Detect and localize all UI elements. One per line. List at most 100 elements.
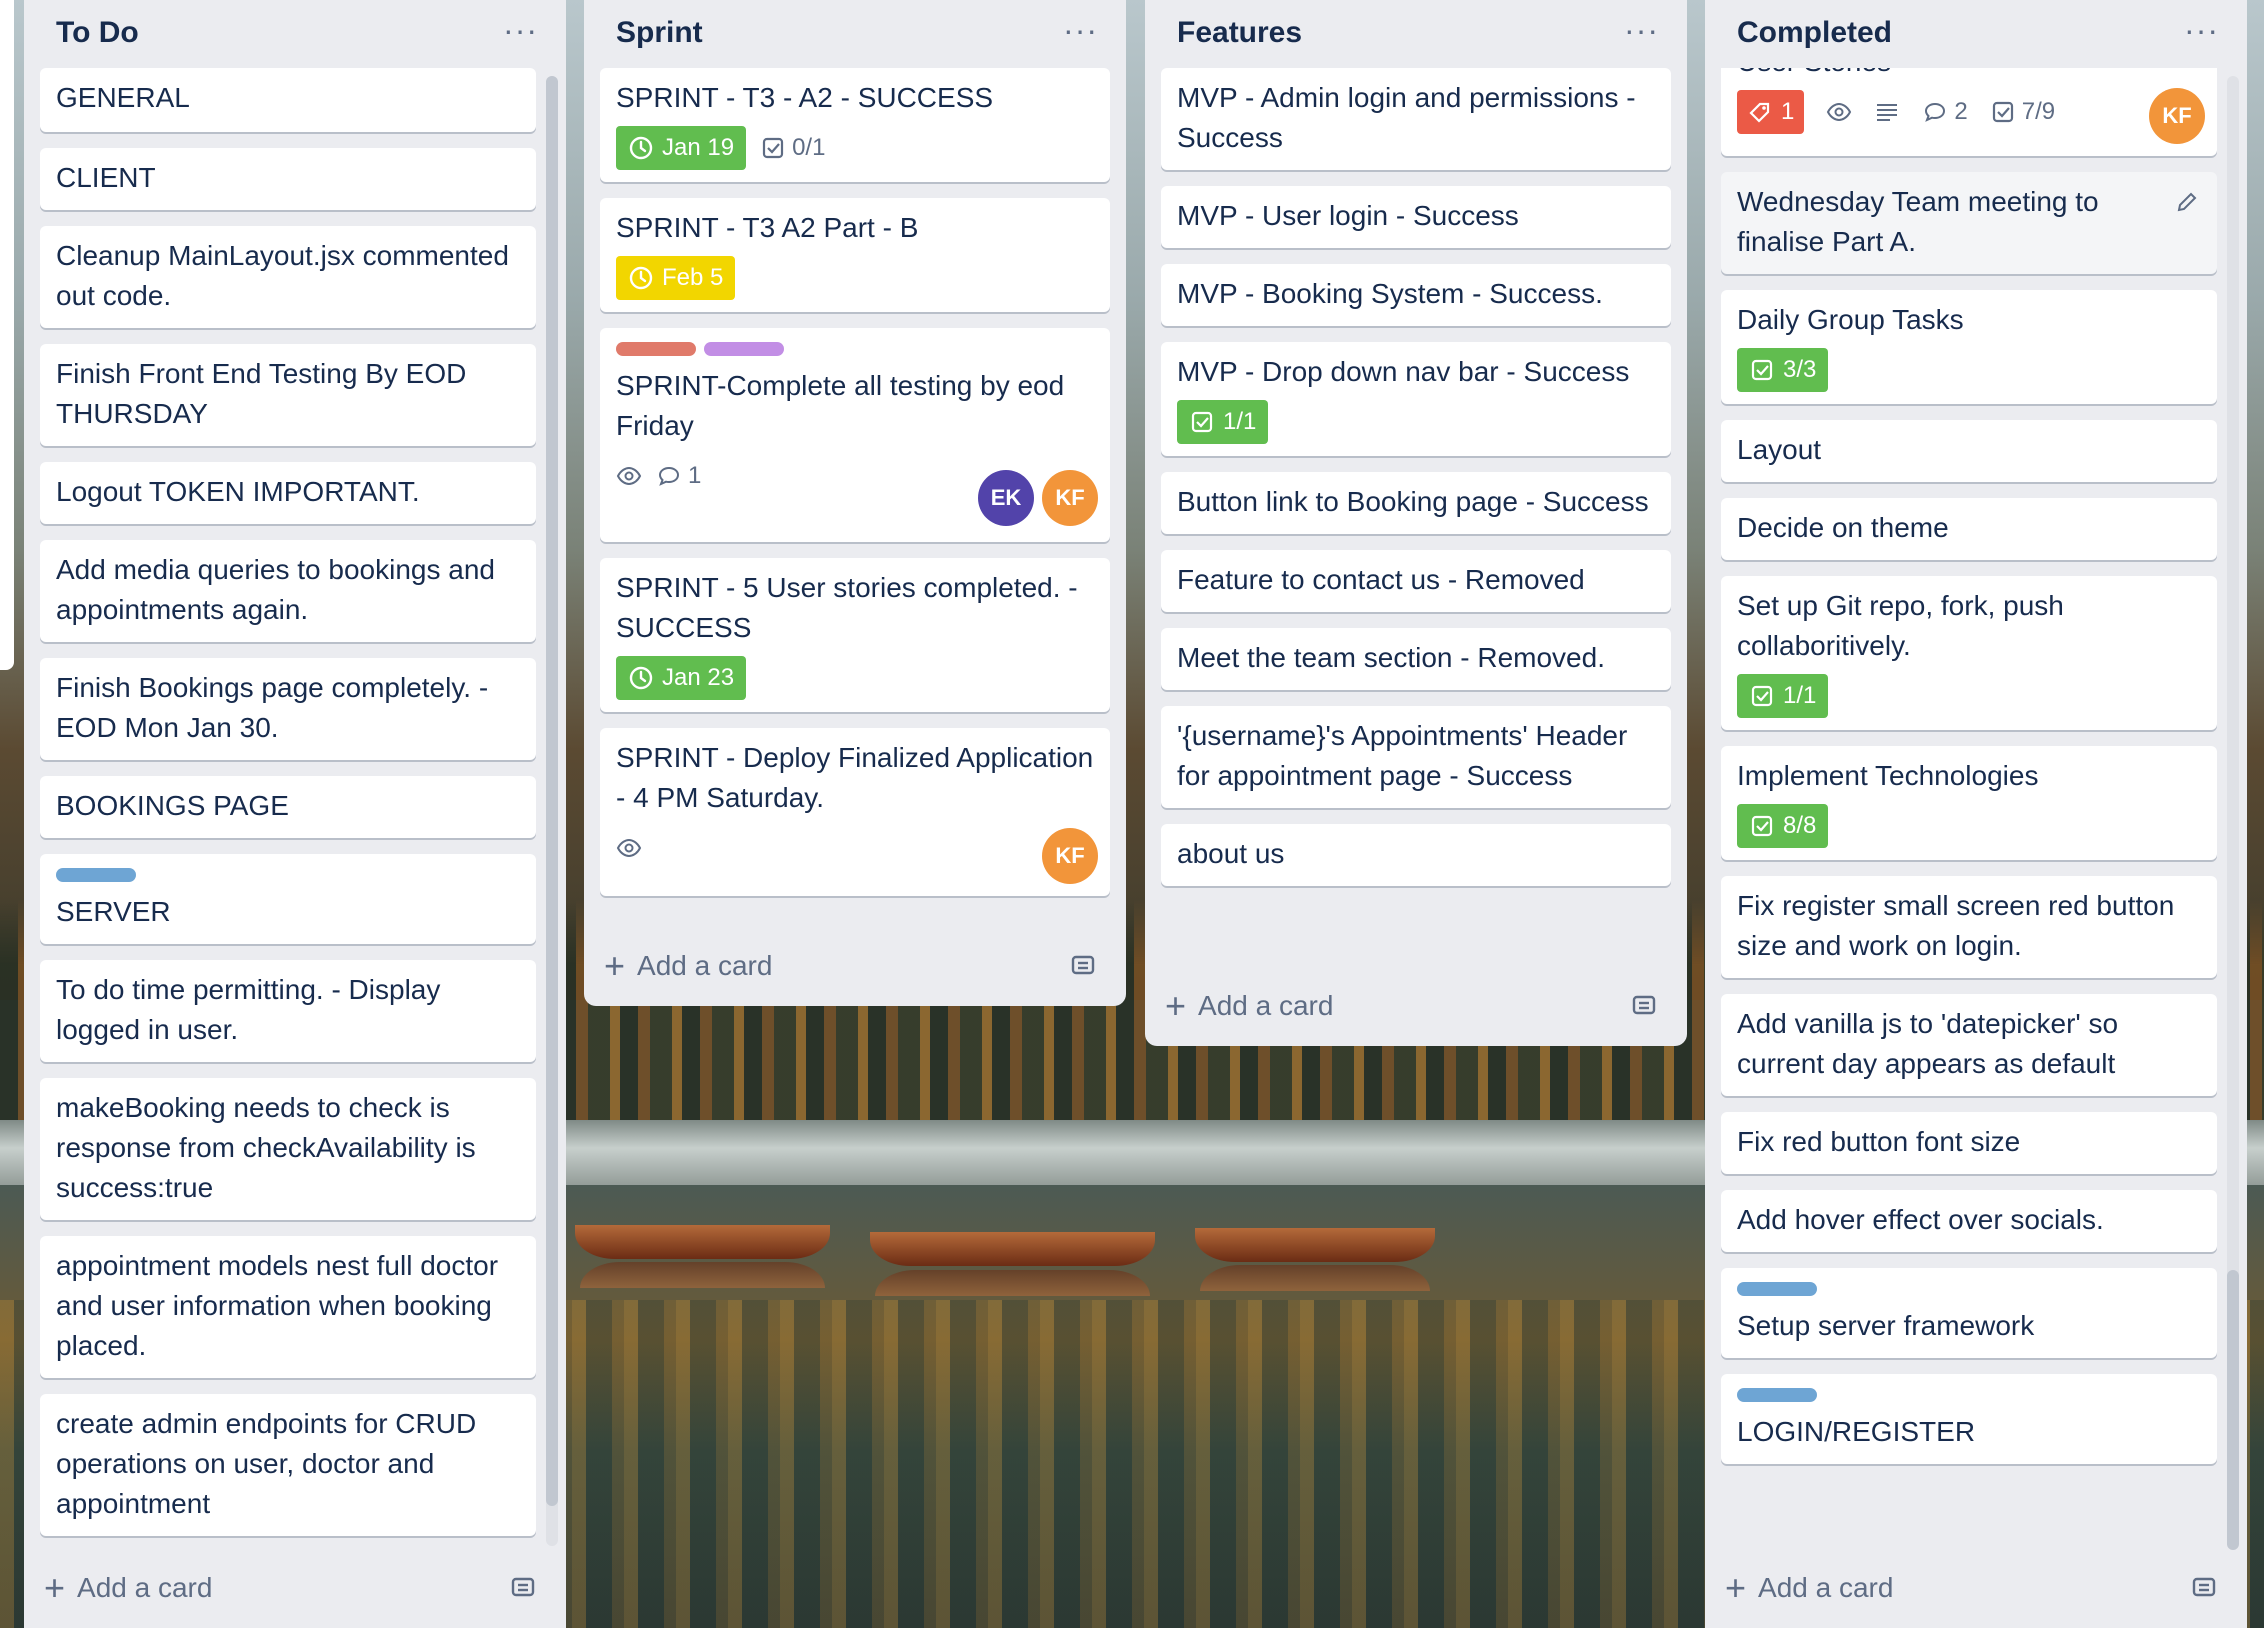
add-card-button[interactable]: + Add a card [44,1564,546,1612]
list-scrollbar[interactable] [2227,1270,2239,1550]
list-header[interactable]: Features ··· [1145,0,1687,68]
add-card-button[interactable]: + Add a card [1725,1564,2227,1612]
card-template-icon[interactable] [510,1574,536,1600]
card-template-icon[interactable] [1631,992,1657,1018]
list-title[interactable]: Features [1177,16,1302,50]
card[interactable]: GENERAL [40,68,536,132]
card-title: To do time permitting. - Display logged … [56,974,441,1045]
card[interactable]: SPRINT - T3 - A2 - SUCCESS Jan 19 0/1 [600,68,1110,182]
card[interactable]: Setup server framework [1721,1268,2217,1358]
card[interactable]: SPRINT - T3 A2 Part - B Feb 5 [600,198,1110,312]
label-blue[interactable] [1737,1388,1817,1402]
label-blue[interactable] [1737,1282,1817,1296]
card-labels[interactable] [1737,1388,2201,1404]
due-date-text: Feb 5 [662,264,724,291]
card[interactable]: Finish Bookings page completely. - EOD M… [40,658,536,760]
card-labels[interactable] [56,868,520,884]
description-icon [1877,104,1898,121]
card[interactable]: SERVER [40,854,536,944]
card[interactable]: Decide on theme [1721,498,2217,560]
card-title: LOGIN/REGISTER [1737,1416,1976,1447]
card[interactable]: Finish Front End Testing By EOD THURSDAY [40,344,536,446]
card-title: MVP - Booking System - Success. [1177,278,1603,309]
list-scrollbar[interactable] [546,76,558,1506]
plus-icon: + [1725,1567,1747,1608]
due-date-badge[interactable]: Feb 5 [616,256,736,300]
label-purple[interactable] [704,342,784,356]
list-title[interactable]: To Do [56,16,139,50]
card[interactable]: MVP - Admin login and permissions - Succ… [1161,68,1671,170]
list-menu-icon[interactable]: ··· [1063,12,1098,49]
plus-icon: + [1165,985,1187,1026]
card-labels[interactable] [616,342,1094,358]
avatar[interactable]: KF [1042,470,1098,526]
card[interactable]: Add vanilla js to 'datepicker' so curren… [1721,994,2217,1096]
plus-icon: + [44,1567,66,1608]
card[interactable]: appointment models nest full doctor and … [40,1236,536,1378]
card[interactable]: Cleanup MainLayout.jsx commented out cod… [40,226,536,328]
list-menu-icon[interactable]: ··· [2184,12,2219,49]
add-card-button[interactable]: + Add a card [604,942,1106,990]
card[interactable]: create admin endpoints for CRUD operatio… [40,1394,536,1536]
card-template-icon[interactable] [2191,1574,2217,1600]
checklist-badge: 0/1 [760,128,825,168]
card[interactable]: MVP - Drop down nav bar - Success 1/1 [1161,342,1671,456]
list-menu-icon[interactable]: ··· [503,12,538,49]
card[interactable]: Fix red button font size [1721,1112,2217,1174]
list-header[interactable]: To Do ··· [24,0,566,68]
list-title[interactable]: Sprint [616,16,703,50]
card[interactable]: BOOKINGS PAGE [40,776,536,838]
avatar[interactable]: KF [2149,88,2205,144]
card[interactable]: Button link to Booking page - Success [1161,472,1671,534]
card[interactable]: SPRINT-Complete all testing by eod Frida… [600,328,1110,542]
pencil-icon[interactable] [2175,190,2199,214]
card[interactable]: LOGIN/REGISTER [1721,1374,2217,1464]
card[interactable]: Meet the team section - Removed. [1161,628,1671,690]
card[interactable]: Add media queries to bookings and appoin… [40,540,536,642]
card[interactable]: makeBooking needs to check is response f… [40,1078,536,1220]
boat-reflection [875,1270,1150,1296]
card[interactable]: Add hover effect over socials. [1721,1190,2217,1252]
card-members: KF [1042,828,1098,884]
card-title: Add hover effect over socials. [1737,1204,2104,1235]
card[interactable]: SPRINT - Deploy Finalized Application - … [600,728,1110,896]
card[interactable]: about us [1161,824,1671,886]
list-menu-icon[interactable]: ··· [1624,12,1659,49]
label-blue[interactable] [56,868,136,882]
card[interactable]: Logout TOKEN IMPORTANT. [40,462,536,524]
votes-badge[interactable]: 1 [1737,90,1805,134]
card[interactable]: To do time permitting. - Display logged … [40,960,536,1062]
card-hovered[interactable]: Wednesday Team meeting to finalise Part … [1721,172,2217,274]
card-title: SPRINT - T3 - A2 - SUCCESS [616,82,994,113]
card[interactable]: MVP - Booking System - Success. [1161,264,1671,326]
card[interactable]: User Stories 1 2 7/9 KF [1721,68,2217,156]
add-card-button[interactable]: + Add a card [1165,982,1667,1030]
card[interactable]: Fix register small screen red button siz… [1721,876,2217,978]
card-badges: 1/1 [1737,674,2201,718]
card-title: Button link to Booking page - Success [1177,486,1649,517]
list-header[interactable]: Sprint ··· [584,0,1126,68]
due-date-badge[interactable]: Jan 19 [616,126,747,170]
card[interactable]: MVP - User login - Success [1161,186,1671,248]
card[interactable]: Feature to contact us - Removed [1161,550,1671,612]
card[interactable]: Layout [1721,420,2217,482]
list-title[interactable]: Completed [1737,16,1892,50]
card[interactable]: '{username}'s Appointments' Header for a… [1161,706,1671,808]
avatar[interactable]: EK [978,470,1034,526]
label-red[interactable] [616,342,696,356]
list-header[interactable]: Completed ··· [1705,0,2247,68]
due-date-badge[interactable]: Jan 23 [616,656,747,700]
card-template-icon[interactable] [1070,952,1096,978]
card[interactable]: Implement Technologies 8/8 [1721,746,2217,860]
eye-icon [1827,102,1852,122]
card[interactable]: Daily Group Tasks 3/3 [1721,290,2217,404]
card-title: Daily Group Tasks [1737,304,1964,335]
card-title: appointment models nest full doctor and … [56,1250,499,1361]
checkbox-icon [1191,411,1213,433]
avatar[interactable]: KF [1042,828,1098,884]
due-date-text: Jan 23 [662,664,735,691]
card[interactable]: CLIENT [40,148,536,210]
card-labels[interactable] [1737,1282,2201,1298]
card[interactable]: Set up Git repo, fork, push collaboritiv… [1721,576,2217,730]
card[interactable]: SPRINT - 5 User stories completed. - SUC… [600,558,1110,712]
